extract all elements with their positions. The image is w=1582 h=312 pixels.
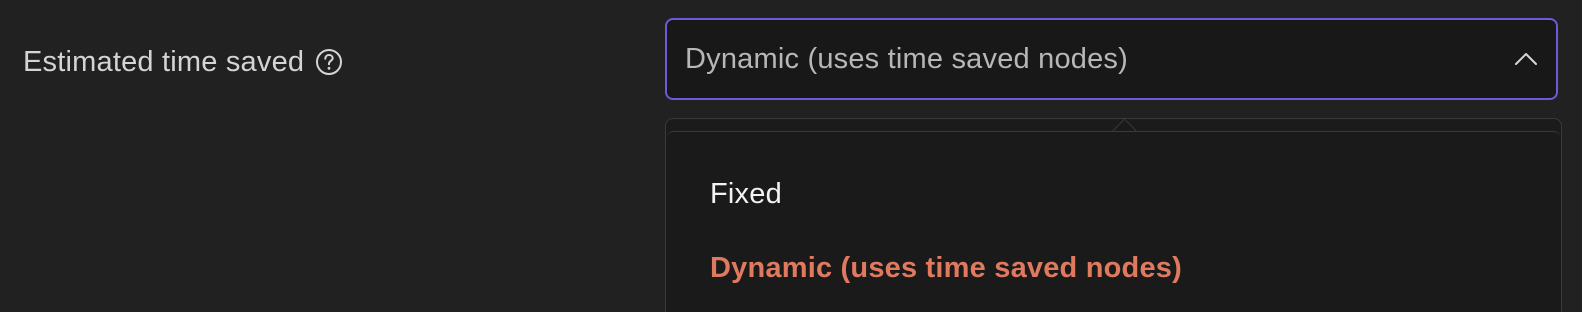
question-circle-icon[interactable] — [314, 47, 344, 77]
option-fixed[interactable]: Fixed — [710, 178, 782, 211]
dropdown-list: Fixed Dynamic (uses time saved nodes) — [666, 131, 1561, 312]
select-value: Dynamic (uses time saved nodes) — [685, 42, 1128, 75]
dropdown-panel: Fixed Dynamic (uses time saved nodes) — [665, 118, 1562, 312]
field-label: Estimated time saved — [23, 45, 305, 78]
time-saved-select[interactable]: Dynamic (uses time saved nodes) — [665, 18, 1558, 100]
settings-row: Estimated time saved Dynamic (uses time … — [0, 0, 1582, 312]
chevron-up-icon[interactable] — [1512, 45, 1540, 73]
option-dynamic[interactable]: Dynamic (uses time saved nodes) — [710, 252, 1182, 285]
estimated-time-saved-label-group: Estimated time saved — [23, 40, 344, 84]
